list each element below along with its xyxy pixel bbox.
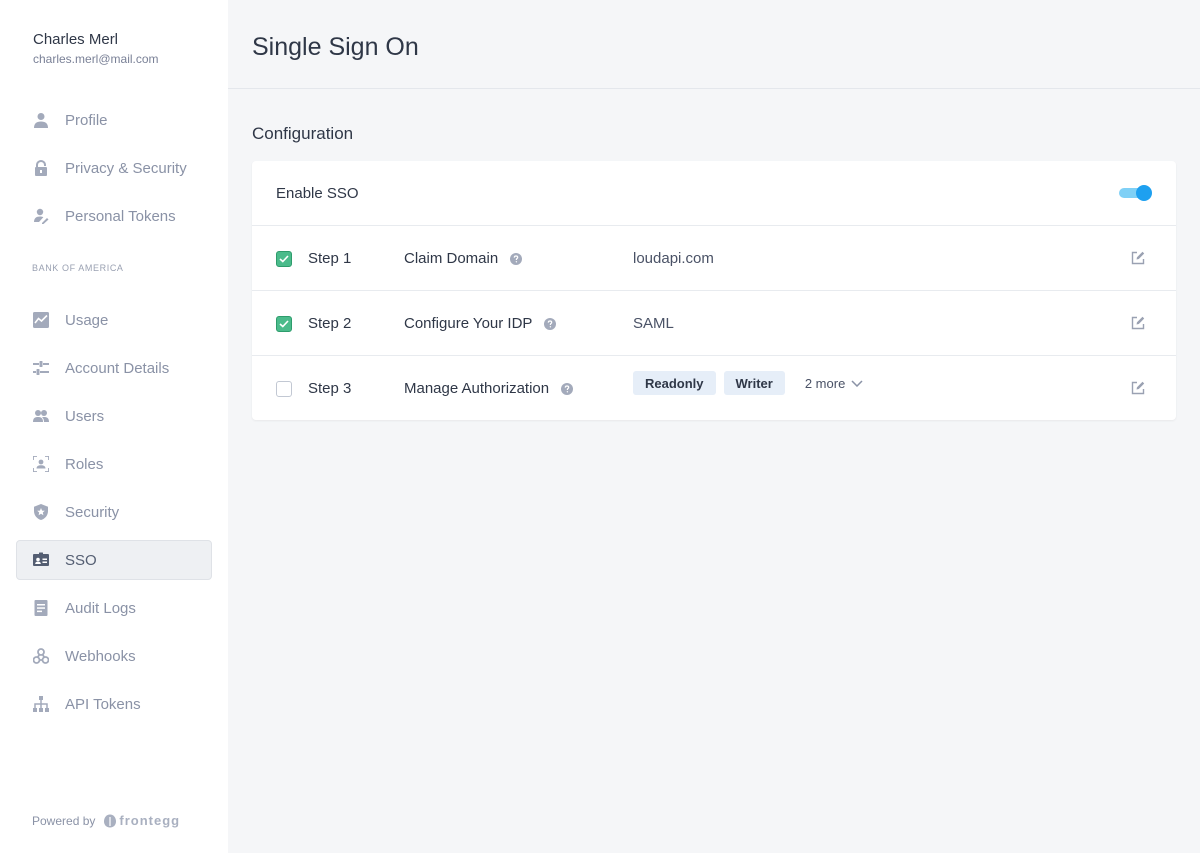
step-row: Step 3 Manage Authorization Readonly Wri… <box>252 356 1176 421</box>
sso-configuration-card: Enable SSO Step 1 Claim Domain loudapi.c… <box>252 161 1176 420</box>
section-title: Configuration <box>252 124 354 143</box>
toggle-knob <box>1136 185 1152 201</box>
user-name: Charles Merl <box>33 31 119 48</box>
user-icon <box>33 112 49 128</box>
enable-sso-row: Enable SSO <box>252 161 1176 226</box>
powered-by-label: Powered by <box>32 813 96 828</box>
check-icon <box>279 320 289 328</box>
step-label: Step 2 <box>308 315 352 332</box>
frontegg-logo[interactable]: frontegg <box>103 813 180 828</box>
sidebar-item-label: API Tokens <box>65 695 141 713</box>
step-row: Step 1 Claim Domain loudapi.com <box>252 226 1176 291</box>
step-label: Step 1 <box>308 250 352 267</box>
powered-by: Powered by frontegg <box>32 813 180 828</box>
step-title: Claim Domain <box>404 250 523 267</box>
sidebar-item-usage[interactable]: Usage <box>16 300 212 340</box>
help-icon[interactable] <box>510 252 523 265</box>
user-email: charles.merl@mail.com <box>33 52 159 66</box>
role-tags: Readonly Writer 2 more <box>633 371 863 395</box>
sidebar-item-sso[interactable]: SSO <box>16 540 212 580</box>
role-tag: Readonly <box>633 371 716 395</box>
section-label-account: BANK OF AMERICA <box>32 263 124 273</box>
webhook-icon <box>33 648 49 664</box>
sidebar-item-roles[interactable]: Roles <box>16 444 212 484</box>
sidebar-item-audit-logs[interactable]: Audit Logs <box>16 588 212 628</box>
sidebar-item-label: SSO <box>65 551 97 569</box>
page-title: Single Sign On <box>252 33 419 61</box>
step-value: loudapi.com <box>633 250 714 267</box>
sidebar-item-personal-tokens[interactable]: Personal Tokens <box>16 196 212 236</box>
sidebar-item-label: Profile <box>65 111 108 129</box>
step-label: Step 3 <box>308 380 352 397</box>
step-title-text: Manage Authorization <box>404 380 550 397</box>
sidebar-item-label: Privacy & Security <box>65 159 187 177</box>
step-title: Manage Authorization <box>404 380 574 397</box>
sidebar-item-api-tokens[interactable]: API Tokens <box>16 684 212 724</box>
step-1-checkbox[interactable] <box>276 251 292 267</box>
chevron-down-icon <box>851 379 863 387</box>
sidebar-item-webhooks[interactable]: Webhooks <box>16 636 212 676</box>
roles-icon <box>33 456 49 472</box>
sidebar-item-profile[interactable]: Profile <box>16 100 212 140</box>
edit-icon[interactable] <box>1131 251 1145 265</box>
sidebar-item-label: Usage <box>65 311 109 329</box>
frontegg-logo-icon <box>104 814 117 827</box>
sidebar-item-users[interactable]: Users <box>16 396 212 436</box>
step-title-text: Configure Your IDP <box>404 315 533 332</box>
sidebar: Charles Merl charles.merl@mail.com Profi… <box>0 0 228 853</box>
sidebar-item-label: Roles <box>65 455 104 473</box>
role-tag: Writer <box>723 371 785 395</box>
more-roles-toggle[interactable]: 2 more <box>805 376 863 391</box>
page-header: Single Sign On <box>228 0 1200 89</box>
sidebar-item-security[interactable]: Security <box>16 492 212 532</box>
sidebar-item-label: Account Details <box>65 359 170 377</box>
step-value: SAML <box>633 315 674 332</box>
user-key-icon <box>33 208 49 224</box>
document-icon <box>33 600 49 616</box>
sidebar-item-account-details[interactable]: Account Details <box>16 348 212 388</box>
help-icon[interactable] <box>561 382 574 395</box>
users-icon <box>33 408 49 424</box>
more-roles-label: 2 more <box>804 375 846 391</box>
enable-sso-toggle[interactable] <box>1119 185 1153 201</box>
hierarchy-icon <box>33 696 49 712</box>
check-icon <box>279 255 289 263</box>
sliders-icon <box>33 360 49 376</box>
sidebar-item-label: Personal Tokens <box>65 207 176 225</box>
enable-sso-label: Enable SSO <box>276 185 359 202</box>
sidebar-item-label: Audit Logs <box>65 599 136 617</box>
step-3-checkbox[interactable] <box>276 381 292 397</box>
edit-icon[interactable] <box>1131 316 1145 330</box>
chart-icon <box>33 312 49 328</box>
edit-icon[interactable] <box>1131 381 1145 395</box>
help-icon[interactable] <box>544 317 557 330</box>
step-title: Configure Your IDP <box>404 315 557 332</box>
sidebar-item-label: Users <box>65 407 105 425</box>
step-row: Step 2 Configure Your IDP SAML <box>252 291 1176 356</box>
shield-icon <box>33 504 49 520</box>
id-card-icon <box>33 552 49 568</box>
frontegg-brand-text: frontegg <box>119 813 181 828</box>
step-2-checkbox[interactable] <box>276 316 292 332</box>
sidebar-item-privacy-security[interactable]: Privacy & Security <box>16 148 212 188</box>
step-title-text: Claim Domain <box>404 250 499 267</box>
sidebar-item-label: Security <box>65 503 120 521</box>
lock-icon <box>33 160 49 176</box>
sidebar-item-label: Webhooks <box>65 647 136 665</box>
